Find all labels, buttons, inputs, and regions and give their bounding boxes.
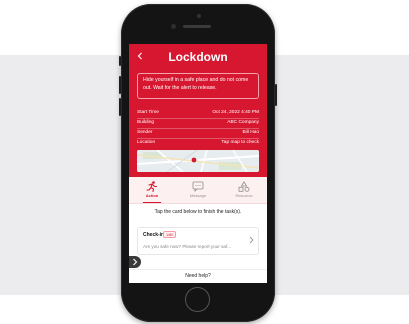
tab-message[interactable]: Message <box>175 177 221 203</box>
volume-up-button <box>119 76 121 94</box>
map-graphic <box>137 150 259 172</box>
info-label: Building <box>137 120 155 125</box>
section-tab-bar: Action Message Resource <box>129 177 267 204</box>
location-map[interactable] <box>137 150 259 172</box>
side-drawer-toggle[interactable] <box>129 256 141 268</box>
page-title: Lockdown <box>168 50 228 64</box>
alert-header-panel: Lockdown Hide yourself in a safe place a… <box>129 44 267 177</box>
tab-action[interactable]: Action <box>129 177 175 203</box>
tab-label: Message <box>189 193 207 198</box>
info-row-location[interactable]: Location Tap map to check <box>137 139 259 147</box>
info-row-sender: Sender Bill Hao <box>137 129 259 137</box>
info-value[interactable]: Tap map to check <box>221 139 259 147</box>
home-button[interactable] <box>185 287 210 312</box>
earpiece-speaker <box>183 25 211 28</box>
info-label: Location <box>137 140 156 145</box>
alert-message-box: Hide yourself in a safe place and do not… <box>137 73 259 99</box>
info-row-building: Building ABC Company <box>137 119 259 127</box>
chevron-right-icon <box>249 236 254 246</box>
task-card-title: Check-in <box>143 232 165 238</box>
mute-switch <box>119 56 121 66</box>
message-icon <box>192 181 204 192</box>
app-screen: Lockdown Hide yourself in a safe place a… <box>129 44 267 283</box>
info-label: Sender <box>137 130 153 135</box>
resource-shapes-icon <box>238 181 250 192</box>
map-pin-icon <box>191 157 197 163</box>
phone-frame: Lockdown Hide yourself in a safe place a… <box>119 4 277 322</box>
volume-down-button <box>119 98 121 116</box>
chevron-right-icon <box>133 258 138 266</box>
divider <box>129 269 267 270</box>
info-value: Oct 24, 2022 4:40 PM <box>212 110 259 115</box>
task-instruction: Tap the card below to finish the task(s)… <box>154 209 242 215</box>
tab-resource[interactable]: Resource <box>221 177 267 203</box>
info-value: ABC Company <box>227 120 259 125</box>
info-value: Bill Hao <box>242 130 259 135</box>
check-in-task-card[interactable]: Check-in 1/80 Are you safe now? Please r… <box>137 227 259 255</box>
info-label: Start Time <box>137 110 159 115</box>
need-help-link[interactable]: Need help? <box>129 273 267 279</box>
front-sensor <box>197 14 201 18</box>
task-card-prompt: Are you safe now? Please report your saf… <box>143 244 232 249</box>
status-badge: 1/80 <box>163 231 177 238</box>
tab-label: Resource <box>235 193 253 198</box>
front-camera <box>171 24 176 29</box>
running-person-icon <box>146 181 158 192</box>
power-button <box>275 84 277 106</box>
info-row-start-time: Start Time Oct 24, 2022 4:40 PM <box>137 109 259 117</box>
tab-label: Action <box>145 193 159 198</box>
